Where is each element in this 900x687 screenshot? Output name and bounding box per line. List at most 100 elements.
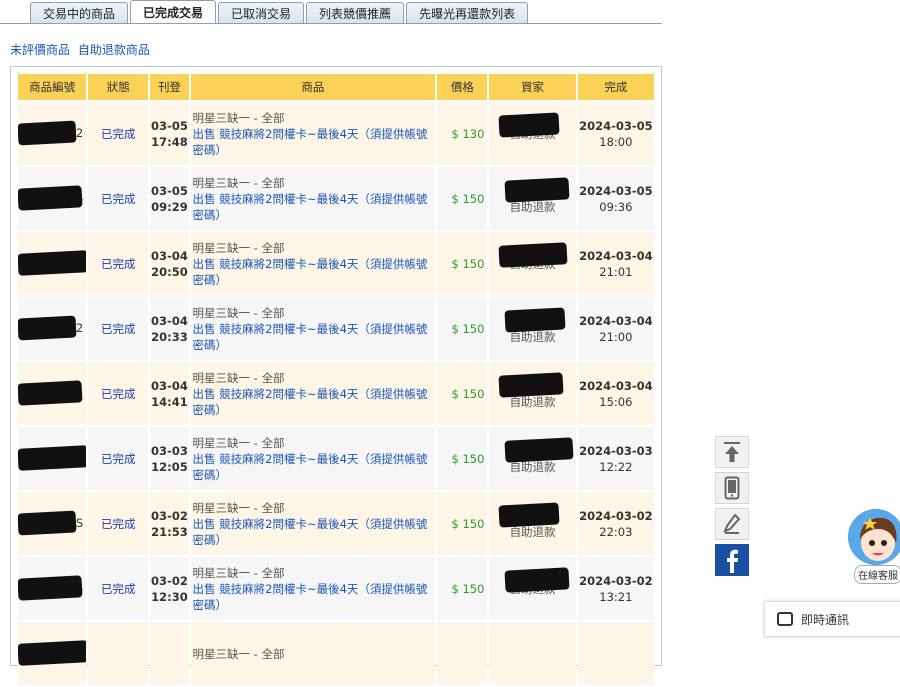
item-title-link[interactable]: 出售 競技麻將2問權卡~最後4天（須提供帳號密碼） — [193, 517, 428, 547]
edit-button[interactable] — [715, 508, 749, 540]
completed-time: 09:36 — [599, 199, 633, 214]
posted-cell: 03-04 14:41 — [150, 362, 189, 425]
posted-time: 09:29 — [151, 199, 188, 214]
status-cell: 已完成 — [88, 427, 149, 490]
completed-time: 12:22 — [599, 459, 633, 474]
tab-trading-items[interactable]: 交易中的商品 — [30, 2, 129, 24]
status-cell: 已完成 — [88, 362, 149, 425]
price-cell: $ 150 — [437, 492, 488, 555]
status-cell: 已完成 — [88, 557, 149, 620]
item-game: 明星三缺一 - 全部 — [192, 370, 285, 385]
header-item-id: 商品編號 — [18, 74, 87, 100]
item-id-cell[interactable]: 9 — [18, 232, 87, 295]
tab-cancelled-trades[interactable]: 已取消交易 — [218, 2, 305, 24]
completed-cell: 2024-03-05 18:00 — [577, 102, 654, 165]
item-id-cell[interactable] — [18, 622, 87, 685]
price-cell: $ 150 — [437, 297, 488, 360]
completed-date: 2024-03-02 — [579, 573, 653, 588]
mobile-icon — [724, 476, 740, 500]
tab-underline — [0, 23, 662, 24]
header-item: 商品 — [190, 74, 436, 100]
online-support-widget[interactable]: 在線客服 — [846, 509, 900, 584]
item-id-cell[interactable]: S — [18, 492, 87, 555]
item-title-link[interactable]: 出售 競技麻將2問權卡~最後4天（須提供帳號密碼） — [193, 452, 428, 482]
table-row: 已完成 03-04 14:41 明星三缺一 - 全部出售 競技麻將2問權卡~最後4天（… — [18, 362, 654, 425]
instant-chat-bar[interactable]: 即時通訊 — [764, 601, 900, 637]
item-id-cell[interactable]: 2 — [18, 102, 87, 165]
completed-time: 18:00 — [599, 134, 633, 149]
tab-bidding-recommend[interactable]: 列表競價推薦 — [306, 2, 405, 24]
price-cell: $ 150 — [437, 362, 488, 425]
item-title-link[interactable]: 出售 競技麻將2問權卡~最後4天（須提供帳號密碼） — [193, 387, 428, 417]
posted-cell: 03-05 17:48 — [150, 102, 189, 165]
table-header-row: 商品編號 狀態 刊登 商品 價格 買家 完成 — [18, 74, 654, 100]
link-self-refund-items[interactable]: 自助退款商品 — [78, 43, 150, 57]
tab-completed-trades[interactable]: 已完成交易 — [130, 0, 217, 24]
redaction-mark — [498, 112, 560, 138]
posted-cell — [150, 622, 189, 685]
completed-trades-table: 商品編號 狀態 刊登 商品 價格 買家 完成 2 已完成 03-05 17:48 明星三… — [16, 72, 656, 687]
item-game: 明星三缺一 - 全部 — [192, 110, 285, 125]
item-title-link[interactable]: 出售 競技麻將2問權卡~最後4天（須提供帳號密碼） — [193, 192, 428, 222]
header-completed: 完成 — [577, 74, 654, 100]
status-cell — [88, 622, 149, 685]
posted-cell: 03-04 20:33 — [150, 297, 189, 360]
posted-time: 12:05 — [151, 459, 188, 474]
posted-date: 03-04 — [151, 313, 188, 328]
posted-cell: 03-03 12:05 — [150, 427, 189, 490]
table-row: S已完成03-0509:29明星三缺一 - 全部出售 競技麻將2問權卡~最後4天… — [18, 167, 654, 230]
posted-cell: 03-04 20:50 — [150, 232, 189, 295]
completed-date: 2024-03-03 — [579, 443, 653, 458]
posted-time: 20:50 — [151, 264, 188, 279]
redaction-mark — [498, 502, 560, 528]
posted-time: 12:30 — [151, 589, 188, 604]
buyer-cell: No自助退款 — [489, 362, 576, 425]
item-game: 明星三缺一 - 全部 — [192, 305, 285, 320]
redaction-mark — [18, 575, 83, 601]
item-title-link[interactable]: 出售 競技麻將2問權卡~最後4天（須提供帳號密碼） — [193, 322, 428, 352]
item-id-text: 2 — [75, 126, 84, 140]
item-id-cell[interactable]: S2 — [18, 297, 87, 360]
posted-date: 03-02 — [151, 508, 188, 523]
redaction-mark — [504, 307, 566, 333]
item-id-cell[interactable]: S — [18, 557, 87, 620]
redaction-mark — [498, 372, 564, 398]
buyer-cell: No自助退款 — [489, 167, 576, 230]
posted-date: 03-04 — [151, 378, 188, 393]
buyer-cell: No自助退款 — [489, 427, 576, 490]
back-to-top-button[interactable] — [715, 436, 749, 468]
buyer-cell: 自助退款 — [489, 232, 576, 295]
item-cell: 明星三缺一 - 全部 出售 競技麻將2問權卡~最後4天（須提供帳號密碼） — [190, 557, 436, 620]
posted-cell: 03-05 09:29 — [150, 167, 189, 230]
mobile-button[interactable] — [715, 472, 749, 504]
item-id-cell[interactable] — [18, 362, 87, 425]
posted-date: 03-03 — [151, 443, 188, 458]
back-to-top-icon — [724, 442, 740, 462]
item-id-cell[interactable]: 187 — [18, 427, 87, 490]
redaction-mark — [18, 315, 77, 341]
header-posted: 刊登 — [150, 74, 189, 100]
redaction-mark — [18, 640, 87, 666]
redaction-mark — [18, 380, 83, 406]
item-title-link[interactable]: 出售 競技麻將2問權卡~最後4天（須提供帳號密碼） — [193, 127, 428, 157]
item-game: 明星三缺一 - 全部 — [192, 500, 285, 515]
completed-cell: 2024-03-02 13:21 — [577, 557, 654, 620]
floating-toolbar — [715, 436, 749, 580]
item-cell: 明星三缺一 - 全部出售 競技麻將2問權卡~最後4天（須提供帳號密碼） — [190, 362, 436, 425]
tab-expose-repay[interactable]: 先曝光再還款列表 — [406, 2, 529, 24]
link-unrated-items[interactable]: 未評價商品 — [10, 43, 70, 57]
completed-time: 21:00 — [599, 329, 633, 344]
item-game: 明星三缺一 - 全部 — [192, 175, 285, 190]
redaction-mark — [18, 510, 77, 536]
item-title-link[interactable]: 出售 競技麻將2問權卡~最後4天（須提供帳號密碼） — [193, 257, 428, 287]
facebook-button[interactable] — [715, 544, 749, 576]
item-id-cell[interactable]: S — [18, 167, 87, 230]
tab-bar: 交易中的商品 已完成交易 已取消交易 列表競價推薦 先曝光再還款列表 — [30, 0, 529, 24]
buyer-cell: N1自助退款 — [489, 492, 576, 555]
item-title-link[interactable]: 出售 競技麻將2問權卡~最後4天（須提供帳號密碼） — [193, 582, 428, 612]
redaction-mark — [504, 567, 570, 593]
redaction-mark — [18, 445, 87, 471]
price-cell: $ 150 — [437, 232, 488, 295]
table-row: 2 已完成 03-05 17:48 明星三缺一 - 全部 出售 競技麻將2問權卡~最後4天… — [18, 102, 654, 165]
table-row: 187已完成03-0312:05明星三缺一 - 全部出售 競技麻將2問權卡~最後… — [18, 427, 654, 490]
